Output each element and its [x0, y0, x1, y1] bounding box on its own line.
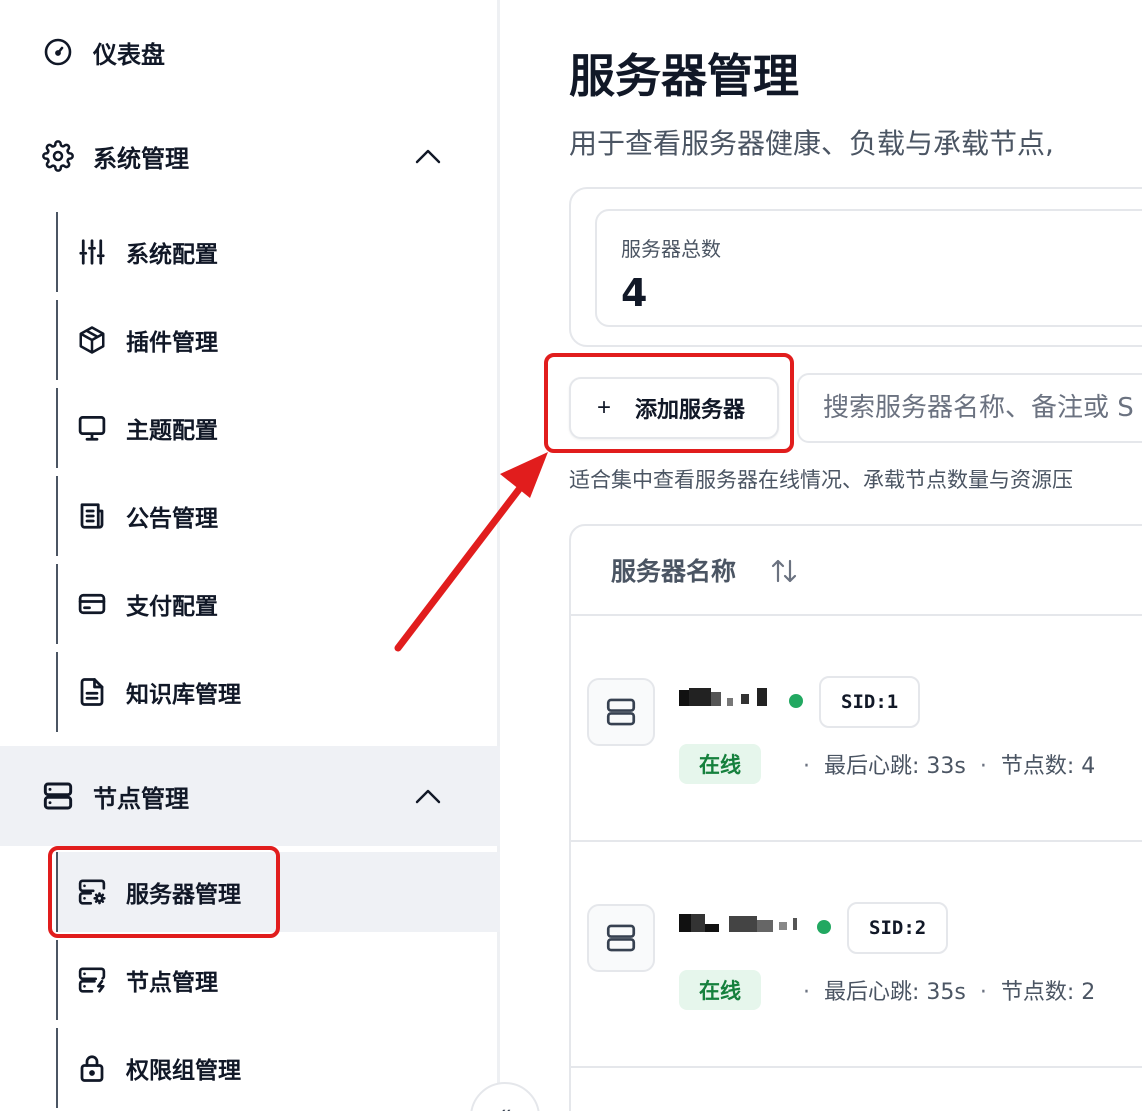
sidebar-item-dashboard[interactable]: 仪表盘 — [0, 2, 500, 102]
server-icon — [587, 904, 655, 972]
sidebar-item-plugins[interactable]: 插件管理 — [58, 300, 500, 380]
sort-icon[interactable] — [769, 556, 799, 590]
status-badge: 在线 — [679, 744, 761, 784]
hint-text: 适合集中查看服务器在线情况、承载节点数量与资源压 — [569, 468, 1073, 492]
heartbeat: 最后心跳: 35s — [824, 980, 966, 1005]
page-description: 用于查看服务器健康、负载与承载节点, — [569, 127, 1054, 160]
sid-badge: SID:2 — [847, 902, 949, 954]
status-dot — [817, 920, 831, 934]
server-bolt-icon — [74, 962, 110, 998]
page-title: 服务器管理 — [569, 49, 799, 103]
credit-card-icon — [74, 586, 110, 622]
node-count: 节点数: 4 — [1000, 754, 1096, 779]
sidebar-item-label: 公告管理 — [126, 506, 218, 532]
main-content: 服务器管理 用于查看服务器健康、负载与承载节点, 服务器总数 4 + 添加服务器… — [503, 0, 1142, 1111]
server-icon — [587, 678, 655, 746]
sidebar-group-label: 系统管理 — [93, 144, 189, 173]
sidebar-group-system[interactable]: 系统管理 — [0, 106, 500, 206]
table-row[interactable]: SID:2 在线 · 最后心跳: 35s · 节点数: 2 — [571, 842, 1142, 1068]
stats-panel: 服务器总数 4 — [569, 187, 1142, 347]
newspaper-icon — [74, 498, 110, 534]
sidebar-item-label: 支付配置 — [126, 594, 218, 620]
sidebar-item-system-config[interactable]: 系统配置 — [58, 212, 500, 292]
status-dot — [789, 694, 803, 708]
status-badge: 在线 — [679, 970, 761, 1010]
sidebar-item-label: 系统配置 — [126, 242, 218, 268]
stat-card-total-servers: 服务器总数 4 — [595, 209, 1142, 327]
gauge-icon — [40, 34, 76, 70]
sidebar-item-payments[interactable]: 支付配置 — [58, 564, 500, 644]
sidebar-item-label: 知识库管理 — [126, 682, 241, 708]
sidebar-item-permission-groups[interactable]: 权限组管理 — [58, 1028, 500, 1108]
server-table: 服务器名称 SID:1 在线 · 最后心跳: 33s · 节点数: 4 SID:… — [569, 524, 1142, 1111]
sidebar-item-theme[interactable]: 主题配置 — [58, 388, 500, 468]
sidebar-item-label: 仪表盘 — [93, 40, 165, 69]
server-name-redacted — [679, 688, 771, 712]
sid-badge: SID:1 — [819, 676, 921, 728]
sidebar-group-label: 节点管理 — [93, 784, 189, 813]
search-input[interactable] — [797, 373, 1142, 443]
row-meta: · 最后心跳: 35s · 节点数: 2 — [803, 980, 1096, 1005]
sidebar-item-label: 主题配置 — [126, 418, 218, 444]
row-meta: · 最后心跳: 33s · 节点数: 4 — [803, 754, 1096, 779]
table-header: 服务器名称 — [571, 526, 1142, 616]
file-text-icon — [74, 674, 110, 710]
package-icon — [74, 322, 110, 358]
sidebar-item-announcements[interactable]: 公告管理 — [58, 476, 500, 556]
chevron-up-icon[interactable] — [410, 138, 446, 174]
sliders-icon — [74, 234, 110, 270]
sidebar-item-label: 插件管理 — [126, 330, 218, 356]
stat-value: 4 — [621, 271, 648, 315]
chevron-up-icon[interactable] — [410, 778, 446, 814]
node-count: 节点数: 2 — [1000, 980, 1096, 1005]
table-row[interactable]: SID:1 在线 · 最后心跳: 33s · 节点数: 4 — [571, 616, 1142, 842]
sidebar-item-node-management[interactable]: 节点管理 — [58, 940, 500, 1020]
column-header-server-name[interactable]: 服务器名称 — [611, 552, 736, 588]
monitor-icon — [74, 410, 110, 446]
heartbeat: 最后心跳: 33s — [824, 754, 966, 779]
sidebar-item-label: 权限组管理 — [126, 1058, 241, 1084]
sidebar-item-knowledge-base[interactable]: 知识库管理 — [58, 652, 500, 732]
highlight-box — [544, 353, 794, 453]
server-icon — [40, 778, 76, 814]
gear-icon — [40, 138, 76, 174]
stat-label: 服务器总数 — [621, 237, 721, 261]
sidebar-group-nodes[interactable]: 节点管理 — [0, 746, 500, 846]
sidebar: 仪表盘 系统管理 系统配置 插件管理 主题配置 公告管理 支付配置 知识库管理 … — [0, 0, 500, 1111]
lock-icon — [74, 1050, 110, 1086]
server-name-redacted — [679, 914, 801, 938]
highlight-box — [48, 846, 280, 938]
sidebar-item-label: 节点管理 — [126, 970, 218, 996]
